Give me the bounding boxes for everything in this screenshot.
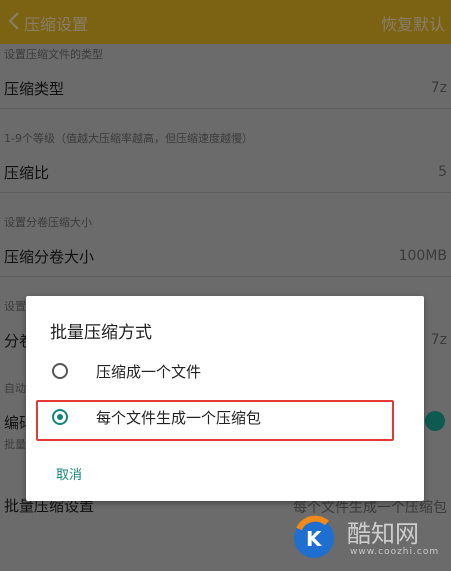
- section-caption: 设置: [4, 300, 26, 313]
- divider: [0, 108, 451, 109]
- dialog-title: 批量压缩方式: [50, 323, 152, 343]
- watermark-logo-icon: K: [294, 515, 334, 558]
- radio-single-file[interactable]: [52, 363, 68, 379]
- page-title: 压缩设置: [24, 15, 89, 34]
- toggle-switch[interactable]: [425, 411, 445, 431]
- reset-defaults-button[interactable]: 恢复默认: [381, 11, 445, 35]
- setting-value-compress-type: 7z: [430, 80, 447, 96]
- back-arrow-icon[interactable]: [4, 9, 26, 33]
- svg-text:K: K: [306, 527, 323, 551]
- section-caption: 设置分卷压缩大小: [4, 216, 92, 229]
- divider: [0, 192, 451, 193]
- setting-label-compress-ratio[interactable]: 压缩比: [4, 162, 49, 183]
- setting-value-volume-size: 100MB: [398, 248, 447, 264]
- section-caption: 自动: [4, 382, 26, 395]
- divider: [0, 276, 451, 277]
- section-caption: 设置压缩文件的类型: [4, 48, 103, 61]
- watermark-url: www.coozhi.com: [350, 547, 440, 557]
- setting-value-volume: 7z: [430, 332, 447, 348]
- watermark-text: 酷知网: [347, 520, 419, 548]
- top-app-bar: 压缩设置 恢复默认: [0, 0, 451, 44]
- cancel-button[interactable]: 取消: [56, 464, 82, 483]
- batch-compress-dialog: 批量压缩方式 压缩成一个文件 每个文件生成一个压缩包 取消: [26, 296, 424, 501]
- setting-label-volume-size[interactable]: 压缩分卷大小: [4, 246, 94, 267]
- option-label[interactable]: 每个文件生成一个压缩包: [96, 407, 261, 428]
- setting-value-compress-ratio: 5: [438, 164, 447, 180]
- radio-each-file[interactable]: [52, 409, 68, 425]
- section-caption: 1-9个等级（值越大压缩率越高，但压缩速度越慢）: [4, 132, 253, 145]
- section-caption: 批量: [4, 438, 26, 451]
- setting-label-compress-type[interactable]: 压缩类型: [4, 78, 64, 99]
- option-label[interactable]: 压缩成一个文件: [96, 361, 201, 382]
